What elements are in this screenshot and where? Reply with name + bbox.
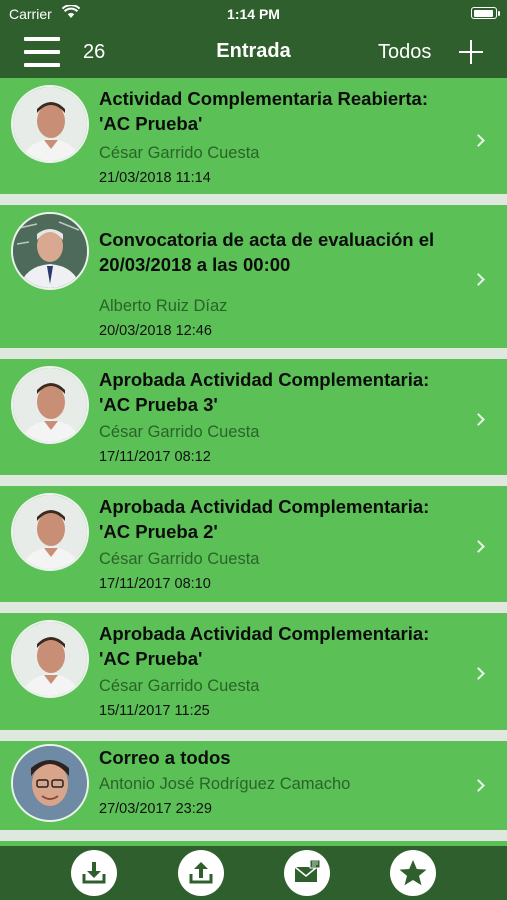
message-subject: Aprobada Actividad Complementaria: 'AC P… bbox=[99, 496, 430, 542]
download-icon[interactable] bbox=[71, 850, 117, 896]
message-date: 21/03/2018 11:14 bbox=[99, 170, 211, 186]
battery-icon bbox=[471, 7, 500, 19]
list-item[interactable]: Aprobada Actividad Complementaria: 'AC P… bbox=[0, 359, 507, 475]
upload-icon[interactable] bbox=[178, 850, 224, 896]
chevron-right-icon bbox=[472, 540, 485, 553]
message-subject: Convocatoria de acta de evaluación el 20… bbox=[99, 229, 435, 275]
list-item[interactable]: Aprobada Actividad Complementaria: 'AC P… bbox=[0, 486, 507, 602]
chevron-right-icon bbox=[472, 273, 485, 286]
avatar bbox=[11, 620, 89, 698]
avatar bbox=[11, 85, 89, 163]
message-sender: César Garrido Cuesta bbox=[99, 677, 260, 695]
star-icon[interactable] bbox=[390, 850, 436, 896]
avatar bbox=[11, 366, 89, 444]
chevron-right-icon bbox=[472, 667, 485, 680]
message-count: 26 bbox=[83, 41, 106, 63]
message-sender: César Garrido Cuesta bbox=[99, 423, 260, 441]
tab-bar bbox=[0, 846, 507, 900]
message-date: 27/03/2017 23:29 bbox=[99, 801, 212, 817]
message-sender: César Garrido Cuesta bbox=[99, 550, 260, 568]
menu-icon[interactable] bbox=[24, 37, 60, 67]
nav-bar: 26 Entrada Todos bbox=[0, 28, 507, 78]
message-sender: César Garrido Cuesta bbox=[99, 144, 260, 162]
message-date: 15/11/2017 11:25 bbox=[99, 703, 210, 719]
compose-mail-icon[interactable] bbox=[284, 850, 330, 896]
list-item[interactable]: Actividad Complementaria Reabierta: 'AC … bbox=[0, 78, 507, 194]
list-item[interactable]: Convocatoria de acta de evaluación el 20… bbox=[0, 205, 507, 348]
message-date: 17/11/2017 08:12 bbox=[99, 449, 211, 465]
message-sender: Antonio José Rodríguez Camacho bbox=[99, 775, 351, 793]
message-date: 20/03/2018 12:46 bbox=[99, 323, 212, 339]
message-subject: Actividad Complementaria Reabierta: 'AC … bbox=[99, 88, 428, 134]
message-list: Actividad Complementaria Reabierta: 'AC … bbox=[0, 78, 507, 846]
list-item[interactable]: Correo a todos Antonio José Rodríguez Ca… bbox=[0, 741, 507, 830]
list-item[interactable]: Aprobada Actividad Complementaria: 'AC P… bbox=[0, 613, 507, 730]
message-sender: Alberto Ruiz Díaz bbox=[99, 297, 228, 315]
message-subject: Aprobada Actividad Complementaria: 'AC P… bbox=[99, 623, 430, 669]
chevron-right-icon bbox=[472, 779, 485, 792]
filter-button[interactable]: Todos bbox=[378, 41, 431, 64]
chevron-right-icon bbox=[472, 413, 485, 426]
clock: 1:14 PM bbox=[227, 6, 280, 22]
avatar bbox=[11, 493, 89, 571]
chevron-right-icon bbox=[472, 134, 485, 147]
message-subject: Aprobada Actividad Complementaria: 'AC P… bbox=[99, 369, 430, 415]
avatar bbox=[11, 744, 89, 822]
add-icon[interactable] bbox=[459, 40, 483, 64]
message-subject: Correo a todos bbox=[99, 747, 231, 768]
status-bar: Carrier 1:14 PM bbox=[0, 0, 507, 28]
avatar bbox=[11, 212, 89, 290]
message-date: 17/11/2017 08:10 bbox=[99, 576, 211, 592]
